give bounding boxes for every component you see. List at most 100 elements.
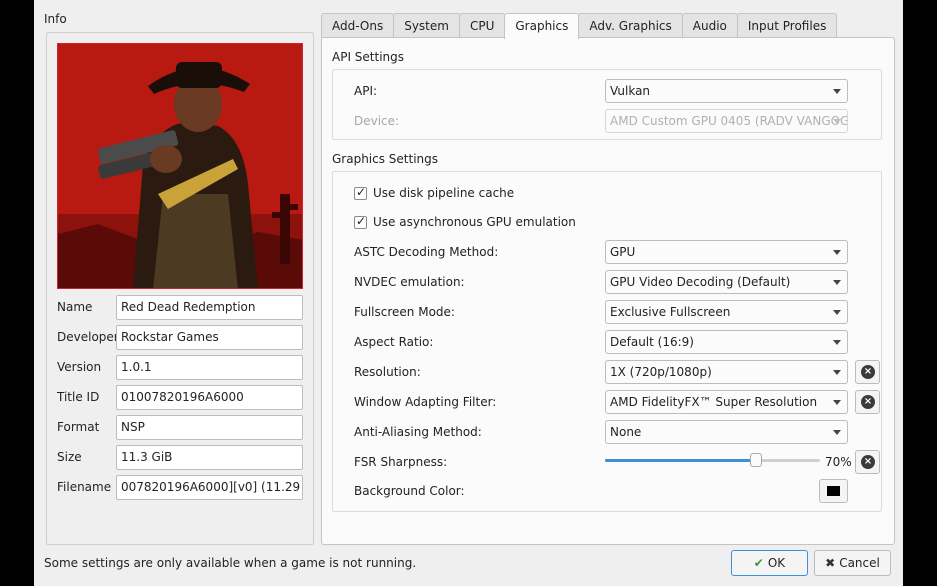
chevron-down-icon bbox=[833, 310, 841, 315]
status-message: Some settings are only available when a … bbox=[44, 556, 417, 570]
resolution-dropdown-value: 1X (720p/1080p) bbox=[610, 365, 712, 379]
info-row-filename: Filename 007820196A6000][v0] (11.29 GB).… bbox=[57, 475, 307, 501]
name-field[interactable]: Red Dead Redemption bbox=[116, 295, 303, 320]
chevron-down-icon bbox=[833, 119, 841, 124]
slider-handle[interactable] bbox=[749, 453, 762, 467]
fsr-sharpness-slider[interactable] bbox=[605, 452, 820, 468]
chevron-down-icon bbox=[833, 250, 841, 255]
cancel-button[interactable]: ✖ Cancel bbox=[814, 550, 891, 576]
info-row-title-id: Title ID 01007820196A6000 bbox=[57, 385, 307, 411]
tab-cpu[interactable]: CPU bbox=[458, 13, 506, 38]
fullscreen-dropdown[interactable]: Exclusive Fullscreen bbox=[605, 300, 848, 324]
filename-field[interactable]: 007820196A6000][v0] (11.29 GB).nsp bbox=[116, 475, 303, 500]
checkmark-icon: ✓ bbox=[356, 214, 367, 228]
cancel-icon: ✖ bbox=[825, 556, 836, 570]
fullscreen-label: Fullscreen Mode: bbox=[354, 305, 455, 319]
api-dropdown-value: Vulkan bbox=[610, 84, 651, 98]
anti-aliasing-dropdown[interactable]: None bbox=[605, 420, 848, 444]
async-gpu-checkbox[interactable]: ✓ bbox=[354, 214, 367, 229]
disk-pipeline-cache-checkbox[interactable]: ✓ bbox=[354, 185, 367, 200]
nvdec-dropdown-value: GPU Video Decoding (Default) bbox=[610, 275, 791, 289]
chevron-down-icon bbox=[833, 370, 841, 375]
filename-label: Filename bbox=[57, 480, 112, 494]
nvdec-dropdown[interactable]: GPU Video Decoding (Default) bbox=[605, 270, 848, 294]
astc-dropdown[interactable]: GPU bbox=[605, 240, 848, 264]
resolution-label: Resolution: bbox=[354, 365, 421, 379]
device-dropdown[interactable]: AMD Custom GPU 0405 (RADV VANGOGH) bbox=[605, 109, 848, 133]
size-label: Size bbox=[57, 450, 82, 464]
fullscreen-dropdown-value: Exclusive Fullscreen bbox=[610, 305, 731, 319]
aspect-ratio-dropdown-value: Default (16:9) bbox=[610, 335, 694, 349]
astc-dropdown-value: GPU bbox=[610, 245, 636, 259]
tab-graphics[interactable]: Graphics bbox=[504, 13, 580, 39]
info-group: Name Red Dead Redemption Developer Rocks… bbox=[46, 32, 314, 545]
tab-audio[interactable]: Audio bbox=[681, 13, 738, 38]
window-filter-dropdown-value: AMD FidelityFX™ Super Resolution bbox=[610, 395, 818, 409]
fsr-sharpness-reset-button[interactable]: × bbox=[855, 450, 880, 474]
game-properties-window: Info Name Red Dead Redemption Developer … bbox=[34, 0, 903, 586]
checkmark-icon: ✓ bbox=[356, 185, 367, 199]
graphics-settings-title: Graphics Settings bbox=[332, 152, 439, 166]
format-label: Format bbox=[57, 420, 100, 434]
chevron-down-icon bbox=[833, 340, 841, 345]
slider-fill bbox=[605, 459, 756, 462]
anti-aliasing-label: Anti-Aliasing Method: bbox=[354, 425, 482, 439]
astc-label: ASTC Decoding Method: bbox=[354, 245, 499, 259]
window-filter-label: Window Adapting Filter: bbox=[354, 395, 497, 409]
background-color-button[interactable] bbox=[819, 479, 848, 503]
checkmark-icon: ✔ bbox=[753, 556, 764, 570]
disk-pipeline-cache-label: Use disk pipeline cache bbox=[373, 186, 515, 200]
info-row-developer: Developer Rockstar Games bbox=[57, 325, 307, 351]
aspect-ratio-dropdown[interactable]: Default (16:9) bbox=[605, 330, 848, 354]
size-field[interactable]: 11.3 GiB bbox=[116, 445, 303, 470]
chevron-down-icon bbox=[833, 280, 841, 285]
api-dropdown[interactable]: Vulkan bbox=[605, 79, 848, 103]
api-settings-title: API Settings bbox=[332, 50, 405, 64]
tab-system[interactable]: System bbox=[393, 13, 460, 38]
game-cover-art bbox=[57, 43, 303, 289]
info-group-title: Info bbox=[44, 12, 67, 26]
async-gpu-label: Use asynchronous GPU emulation bbox=[373, 215, 576, 229]
ok-label: OK bbox=[767, 556, 786, 570]
tab-adv-graphics[interactable]: Adv. Graphics bbox=[578, 13, 683, 38]
title-id-field[interactable]: 01007820196A6000 bbox=[116, 385, 303, 410]
developer-field[interactable]: Rockstar Games bbox=[116, 325, 303, 350]
resolution-dropdown[interactable]: 1X (720p/1080p) bbox=[605, 360, 848, 384]
developer-label: Developer bbox=[57, 330, 119, 344]
title-id-label: Title ID bbox=[57, 390, 100, 404]
clear-icon: × bbox=[861, 365, 875, 379]
version-label: Version bbox=[57, 360, 102, 374]
nvdec-label: NVDEC emulation: bbox=[354, 275, 465, 289]
chevron-down-icon bbox=[833, 400, 841, 405]
info-row-version: Version 1.0.1 bbox=[57, 355, 307, 381]
device-label: Device: bbox=[354, 114, 400, 128]
graphics-tab-panel: API Settings API: Vulkan Device: AMD Cus… bbox=[321, 37, 895, 545]
graphics-settings-group: ✓ Use disk pipeline cache ✓ Use asynchro… bbox=[332, 171, 882, 512]
resolution-reset-button[interactable]: × bbox=[855, 360, 880, 384]
fsr-sharpness-label: FSR Sharpness: bbox=[354, 455, 448, 469]
window-filter-reset-button[interactable]: × bbox=[855, 390, 880, 414]
version-field[interactable]: 1.0.1 bbox=[116, 355, 303, 380]
info-row-format: Format NSP bbox=[57, 415, 307, 441]
format-field[interactable]: NSP bbox=[116, 415, 303, 440]
clear-icon: × bbox=[861, 395, 875, 409]
tab-add-ons[interactable]: Add-Ons bbox=[321, 13, 395, 38]
cancel-label: Cancel bbox=[839, 556, 880, 570]
name-label: Name bbox=[57, 300, 93, 314]
api-settings-group: API: Vulkan Device: AMD Custom GPU 0405 … bbox=[332, 69, 882, 140]
chevron-down-icon bbox=[833, 430, 841, 435]
background-color-label: Background Color: bbox=[354, 484, 465, 498]
aspect-ratio-label: Aspect Ratio: bbox=[354, 335, 434, 349]
clear-icon: × bbox=[861, 455, 875, 469]
anti-aliasing-dropdown-value: None bbox=[610, 425, 642, 439]
ok-button[interactable]: ✔ OK bbox=[731, 550, 808, 576]
device-dropdown-value: AMD Custom GPU 0405 (RADV VANGOGH) bbox=[610, 114, 848, 128]
chevron-down-icon bbox=[833, 89, 841, 94]
tab-input-profiles[interactable]: Input Profiles bbox=[736, 13, 838, 38]
window-filter-dropdown[interactable]: AMD FidelityFX™ Super Resolution bbox=[605, 390, 848, 414]
api-label: API: bbox=[354, 84, 378, 98]
color-swatch bbox=[827, 486, 840, 496]
info-row-size: Size 11.3 GiB bbox=[57, 445, 307, 471]
info-row-name: Name Red Dead Redemption bbox=[57, 295, 307, 321]
fsr-sharpness-value: 70% bbox=[825, 455, 852, 469]
